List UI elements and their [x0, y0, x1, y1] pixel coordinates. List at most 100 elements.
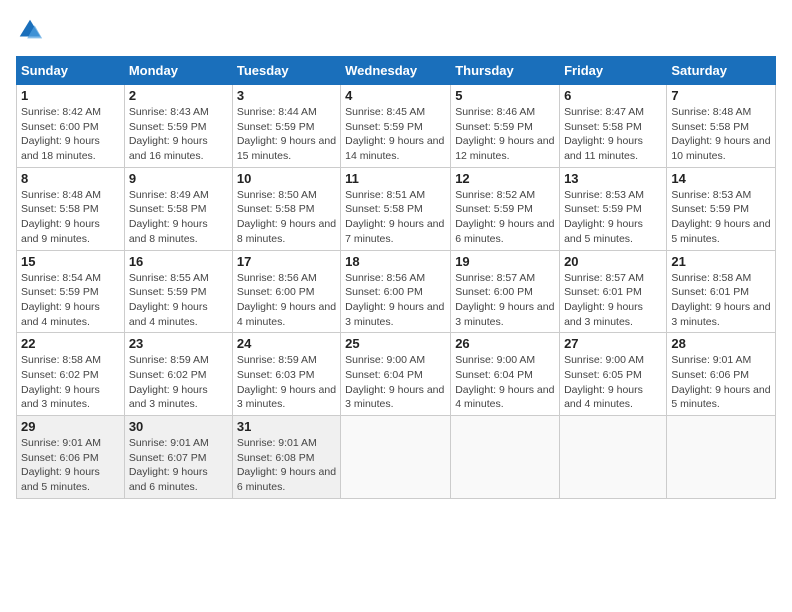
calendar-cell: 7Sunrise: 8:48 AMSunset: 5:58 PMDaylight…: [667, 85, 776, 168]
calendar-week-row: 22 Sunrise: 8:58 AMSunset: 6:02 PMDayligh…: [17, 333, 776, 416]
day-info: Sunrise: 8:58 AMSunset: 6:02 PMDaylight:…: [21, 353, 120, 412]
calendar-cell: 18Sunrise: 8:56 AMSunset: 6:00 PMDayligh…: [341, 250, 451, 333]
calendar-cell: 2 Sunrise: 8:43 AMSunset: 5:59 PMDaylight…: [124, 85, 232, 168]
calendar-table: Sunday Monday Tuesday Wednesday Thursday…: [16, 56, 776, 499]
day-number: 13: [564, 171, 662, 186]
day-info: Sunrise: 8:43 AMSunset: 5:59 PMDaylight:…: [129, 105, 228, 164]
col-tuesday: Tuesday: [232, 57, 340, 85]
day-info: Sunrise: 8:48 AMSunset: 5:58 PMDaylight:…: [671, 105, 771, 164]
day-number: 31: [237, 419, 336, 434]
calendar-cell: 27 Sunrise: 9:00 AMSunset: 6:05 PMDayligh…: [560, 333, 667, 416]
col-wednesday: Wednesday: [341, 57, 451, 85]
day-number: 20: [564, 254, 662, 269]
day-info: Sunrise: 8:56 AMSunset: 6:00 PMDaylight:…: [237, 271, 336, 330]
calendar-week-row: 8 Sunrise: 8:48 AMSunset: 5:58 PMDaylight…: [17, 167, 776, 250]
calendar-cell: [560, 416, 667, 499]
day-number: 10: [237, 171, 336, 186]
day-number: 15: [21, 254, 120, 269]
calendar-cell: 4 Sunrise: 8:45 AMSunset: 5:59 PMDaylight…: [341, 85, 451, 168]
logo: [16, 16, 46, 44]
day-number: 26: [455, 336, 555, 351]
day-info: Sunrise: 8:49 AMSunset: 5:58 PMDaylight:…: [129, 188, 228, 247]
day-info: Sunrise: 9:00 AMSunset: 6:04 PMDaylight:…: [455, 353, 555, 412]
calendar-cell: 29Sunrise: 9:01 AMSunset: 6:06 PMDayligh…: [17, 416, 125, 499]
day-number: 25: [345, 336, 446, 351]
logo-icon: [16, 16, 44, 44]
calendar-cell: 19Sunrise: 8:57 AMSunset: 6:00 PMDayligh…: [451, 250, 560, 333]
calendar-week-row: 1 Sunrise: 8:42 AMSunset: 6:00 PMDaylight…: [17, 85, 776, 168]
calendar-cell: 26 Sunrise: 9:00 AMSunset: 6:04 PMDayligh…: [451, 333, 560, 416]
col-saturday: Saturday: [667, 57, 776, 85]
calendar-cell: 31 Sunrise: 9:01 AMSunset: 6:08 PMDayligh…: [232, 416, 340, 499]
calendar-cell: 23Sunrise: 8:59 AMSunset: 6:02 PMDayligh…: [124, 333, 232, 416]
day-info: Sunrise: 9:01 AMSunset: 6:06 PMDaylight:…: [671, 353, 771, 412]
day-number: 5: [455, 88, 555, 103]
day-number: 9: [129, 171, 228, 186]
day-info: Sunrise: 9:00 AMSunset: 6:04 PMDaylight:…: [345, 353, 446, 412]
calendar-cell: 13 Sunrise: 8:53 AMSunset: 5:59 PMDayligh…: [560, 167, 667, 250]
day-number: 4: [345, 88, 446, 103]
day-info: Sunrise: 9:00 AMSunset: 6:05 PMDaylight:…: [564, 353, 662, 412]
day-number: 16: [129, 254, 228, 269]
calendar-cell: 9 Sunrise: 8:49 AMSunset: 5:58 PMDaylight…: [124, 167, 232, 250]
day-info: Sunrise: 8:53 AMSunset: 5:59 PMDaylight:…: [564, 188, 662, 247]
calendar-cell: 22 Sunrise: 8:58 AMSunset: 6:02 PMDayligh…: [17, 333, 125, 416]
calendar-cell: 5Sunrise: 8:46 AMSunset: 5:59 PMDaylight…: [451, 85, 560, 168]
col-thursday: Thursday: [451, 57, 560, 85]
day-number: 30: [129, 419, 228, 434]
main-container: Sunday Monday Tuesday Wednesday Thursday…: [0, 0, 792, 507]
day-info: Sunrise: 8:51 AMSunset: 5:58 PMDaylight:…: [345, 188, 446, 247]
day-info: Sunrise: 8:48 AMSunset: 5:58 PMDaylight:…: [21, 188, 120, 247]
header: [16, 16, 776, 44]
day-number: 2: [129, 88, 228, 103]
calendar-cell: 16 Sunrise: 8:55 AMSunset: 5:59 PMDayligh…: [124, 250, 232, 333]
day-number: 8: [21, 171, 120, 186]
day-number: 27: [564, 336, 662, 351]
calendar-cell: 1 Sunrise: 8:42 AMSunset: 6:00 PMDaylight…: [17, 85, 125, 168]
day-info: Sunrise: 8:53 AMSunset: 5:59 PMDaylight:…: [671, 188, 771, 247]
day-number: 12: [455, 171, 555, 186]
calendar-header-row: Sunday Monday Tuesday Wednesday Thursday…: [17, 57, 776, 85]
day-info: Sunrise: 8:44 AMSunset: 5:59 PMDaylight:…: [237, 105, 336, 164]
day-info: Sunrise: 8:50 AMSunset: 5:58 PMDaylight:…: [237, 188, 336, 247]
calendar-cell: [341, 416, 451, 499]
day-number: 29: [21, 419, 120, 434]
calendar-cell: 17Sunrise: 8:56 AMSunset: 6:00 PMDayligh…: [232, 250, 340, 333]
day-number: 28: [671, 336, 771, 351]
calendar-cell: 11 Sunrise: 8:51 AMSunset: 5:58 PMDayligh…: [341, 167, 451, 250]
calendar-cell: [451, 416, 560, 499]
day-info: Sunrise: 8:59 AMSunset: 6:03 PMDaylight:…: [237, 353, 336, 412]
day-info: Sunrise: 8:55 AMSunset: 5:59 PMDaylight:…: [129, 271, 228, 330]
calendar-cell: 24 Sunrise: 8:59 AMSunset: 6:03 PMDayligh…: [232, 333, 340, 416]
day-number: 3: [237, 88, 336, 103]
day-info: Sunrise: 8:52 AMSunset: 5:59 PMDaylight:…: [455, 188, 555, 247]
col-sunday: Sunday: [17, 57, 125, 85]
day-info: Sunrise: 8:42 AMSunset: 6:00 PMDaylight:…: [21, 105, 120, 164]
calendar-cell: 15 Sunrise: 8:54 AMSunset: 5:59 PMDayligh…: [17, 250, 125, 333]
calendar-cell: 28 Sunrise: 9:01 AMSunset: 6:06 PMDayligh…: [667, 333, 776, 416]
calendar-cell: [667, 416, 776, 499]
calendar-cell: 6 Sunrise: 8:47 AMSunset: 5:58 PMDaylight…: [560, 85, 667, 168]
day-info: Sunrise: 8:56 AMSunset: 6:00 PMDaylight:…: [345, 271, 446, 330]
day-number: 6: [564, 88, 662, 103]
day-info: Sunrise: 8:57 AMSunset: 6:01 PMDaylight:…: [564, 271, 662, 330]
day-info: Sunrise: 9:01 AMSunset: 6:08 PMDaylight:…: [237, 436, 336, 495]
calendar-cell: 14Sunrise: 8:53 AMSunset: 5:59 PMDayligh…: [667, 167, 776, 250]
calendar-cell: 25 Sunrise: 9:00 AMSunset: 6:04 PMDayligh…: [341, 333, 451, 416]
day-info: Sunrise: 8:57 AMSunset: 6:00 PMDaylight:…: [455, 271, 555, 330]
calendar-cell: 12 Sunrise: 8:52 AMSunset: 5:59 PMDayligh…: [451, 167, 560, 250]
day-number: 24: [237, 336, 336, 351]
calendar-cell: 8 Sunrise: 8:48 AMSunset: 5:58 PMDaylight…: [17, 167, 125, 250]
day-number: 22: [21, 336, 120, 351]
day-number: 1: [21, 88, 120, 103]
calendar-cell: 30 Sunrise: 9:01 AMSunset: 6:07 PMDayligh…: [124, 416, 232, 499]
day-info: Sunrise: 8:47 AMSunset: 5:58 PMDaylight:…: [564, 105, 662, 164]
day-info: Sunrise: 8:54 AMSunset: 5:59 PMDaylight:…: [21, 271, 120, 330]
day-number: 11: [345, 171, 446, 186]
col-monday: Monday: [124, 57, 232, 85]
day-info: Sunrise: 8:45 AMSunset: 5:59 PMDaylight:…: [345, 105, 446, 164]
day-info: Sunrise: 9:01 AMSunset: 6:07 PMDaylight:…: [129, 436, 228, 495]
calendar-cell: 20 Sunrise: 8:57 AMSunset: 6:01 PMDayligh…: [560, 250, 667, 333]
calendar-cell: 3 Sunrise: 8:44 AMSunset: 5:59 PMDaylight…: [232, 85, 340, 168]
day-number: 23: [129, 336, 228, 351]
